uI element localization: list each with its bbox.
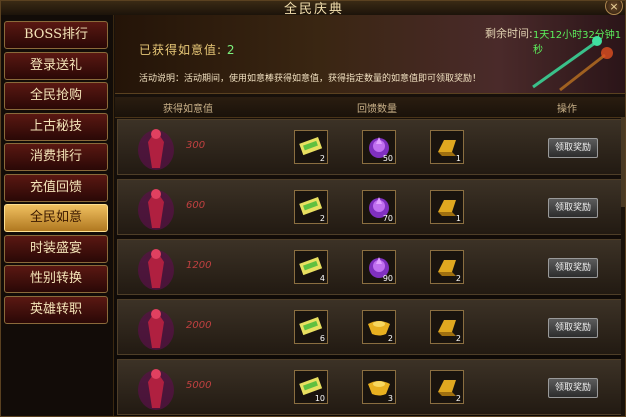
reward-item[interactable]: 70 [362,190,396,224]
sidebar-item[interactable]: 消费排行 [4,143,108,171]
table-row: 600 2 70 1 领取奖励 [117,179,625,235]
sidebar: BOSS排行 登录送礼 全民抢购 上古秘技 消费排行 充值回馈 全民如意 时装盛宴 性别转换 英雄… [1,15,114,416]
reward-item[interactable]: 6 [294,310,328,344]
reward-item[interactable]: 2 [294,190,328,224]
reward-item[interactable]: 2 [430,310,464,344]
sidebar-item[interactable]: BOSS排行 [4,21,108,49]
hero-portrait [134,364,178,412]
sidebar-item[interactable]: 全民抢购 [4,82,108,110]
reward-count: 2 [455,394,461,403]
claim-reward-button[interactable]: 领取奖励 [548,318,598,338]
hero-portrait [134,184,178,232]
reward-count: 2 [319,154,325,163]
reward-count: 2 [455,334,461,343]
main-panel: 已获得如意值: 2 剩余时间: 1天12小时32分钟1秒 活动说明：活动期间，使… [115,15,625,416]
reward-count: 1 [455,154,461,163]
reward-count: 6 [319,334,325,343]
reward-item[interactable]: 1 [430,130,464,164]
event-window: 全民庆典 × BOSS排行 登录送礼 全民抢购 上古秘技 消费排行 充值回馈 全民如意 时装盛… [0,0,626,417]
required-value: 5000 [186,380,212,391]
reward-item[interactable]: 2 [294,130,328,164]
sidebar-item[interactable]: 英雄转职 [4,295,108,324]
reward-count: 4 [319,274,325,283]
table-row: 5000 10 3 2 领取奖励 [117,359,625,415]
required-value: 600 [186,200,206,211]
scrollbar-thumb[interactable] [621,117,625,207]
reward-count: 70 [382,214,393,223]
reward-item[interactable]: 50 [362,130,396,164]
sidebar-item[interactable]: 性别转换 [4,265,108,293]
reward-count: 2 [319,214,325,223]
sidebar-item[interactable]: 时装盛宴 [4,234,108,263]
required-value: 1200 [186,260,212,271]
table-row: 300 2 50 1 领取奖励 [117,119,625,175]
claim-reward-button[interactable]: 领取奖励 [548,378,598,398]
reward-item[interactable]: 2 [430,370,464,404]
claim-reward-button[interactable]: 领取奖励 [548,198,598,218]
reward-item[interactable]: 4 [294,250,328,284]
title-bar: 全民庆典 × [1,1,625,17]
hero-portrait [134,124,178,172]
reward-count: 2 [455,274,461,283]
sidebar-item[interactable]: 全民如意 [4,204,108,232]
sidebar-item[interactable]: 充值回馈 [4,173,108,202]
reward-count: 50 [382,154,393,163]
header-rewards: 回馈数量 [357,104,397,115]
table-row: 2000 6 2 2 领取奖励 [117,299,625,355]
sidebar-item[interactable]: 上古秘技 [4,112,108,141]
table-row: 1200 4 90 2 领取奖励 [117,239,625,295]
hero-portrait [134,244,178,292]
reward-item[interactable]: 2 [430,250,464,284]
event-banner: 已获得如意值: 2 剩余时间: 1天12小时32分钟1秒 活动说明：活动期间，使… [115,15,625,94]
reward-count: 2 [387,334,393,343]
required-value: 2000 [186,320,212,331]
header-value: 获得如意值 [163,104,213,115]
reward-count: 90 [382,274,393,283]
reward-item[interactable]: 1 [430,190,464,224]
reward-item[interactable]: 90 [362,250,396,284]
reward-count: 1 [455,214,461,223]
claim-reward-button[interactable]: 领取奖励 [548,138,598,158]
reward-count: 10 [314,394,325,403]
staff-artwork-icon [532,36,613,92]
reward-item[interactable]: 10 [294,370,328,404]
claim-reward-button[interactable]: 领取奖励 [548,258,598,278]
required-value: 300 [186,140,206,151]
event-description: 活动说明：活动期间，使用如意棒获得如意值，获得指定数量的如意值即可领取奖励！ [139,74,482,84]
reward-item[interactable]: 2 [362,310,396,344]
table-header: 获得如意值 回馈数量 操作 [115,97,625,118]
sidebar-item[interactable]: 登录送礼 [4,51,108,80]
header-action: 操作 [557,104,577,115]
reward-item[interactable]: 3 [362,370,396,404]
reward-count: 3 [387,394,393,403]
hero-portrait [134,304,178,352]
obtained-value: 已获得如意值: 2 [139,43,236,57]
